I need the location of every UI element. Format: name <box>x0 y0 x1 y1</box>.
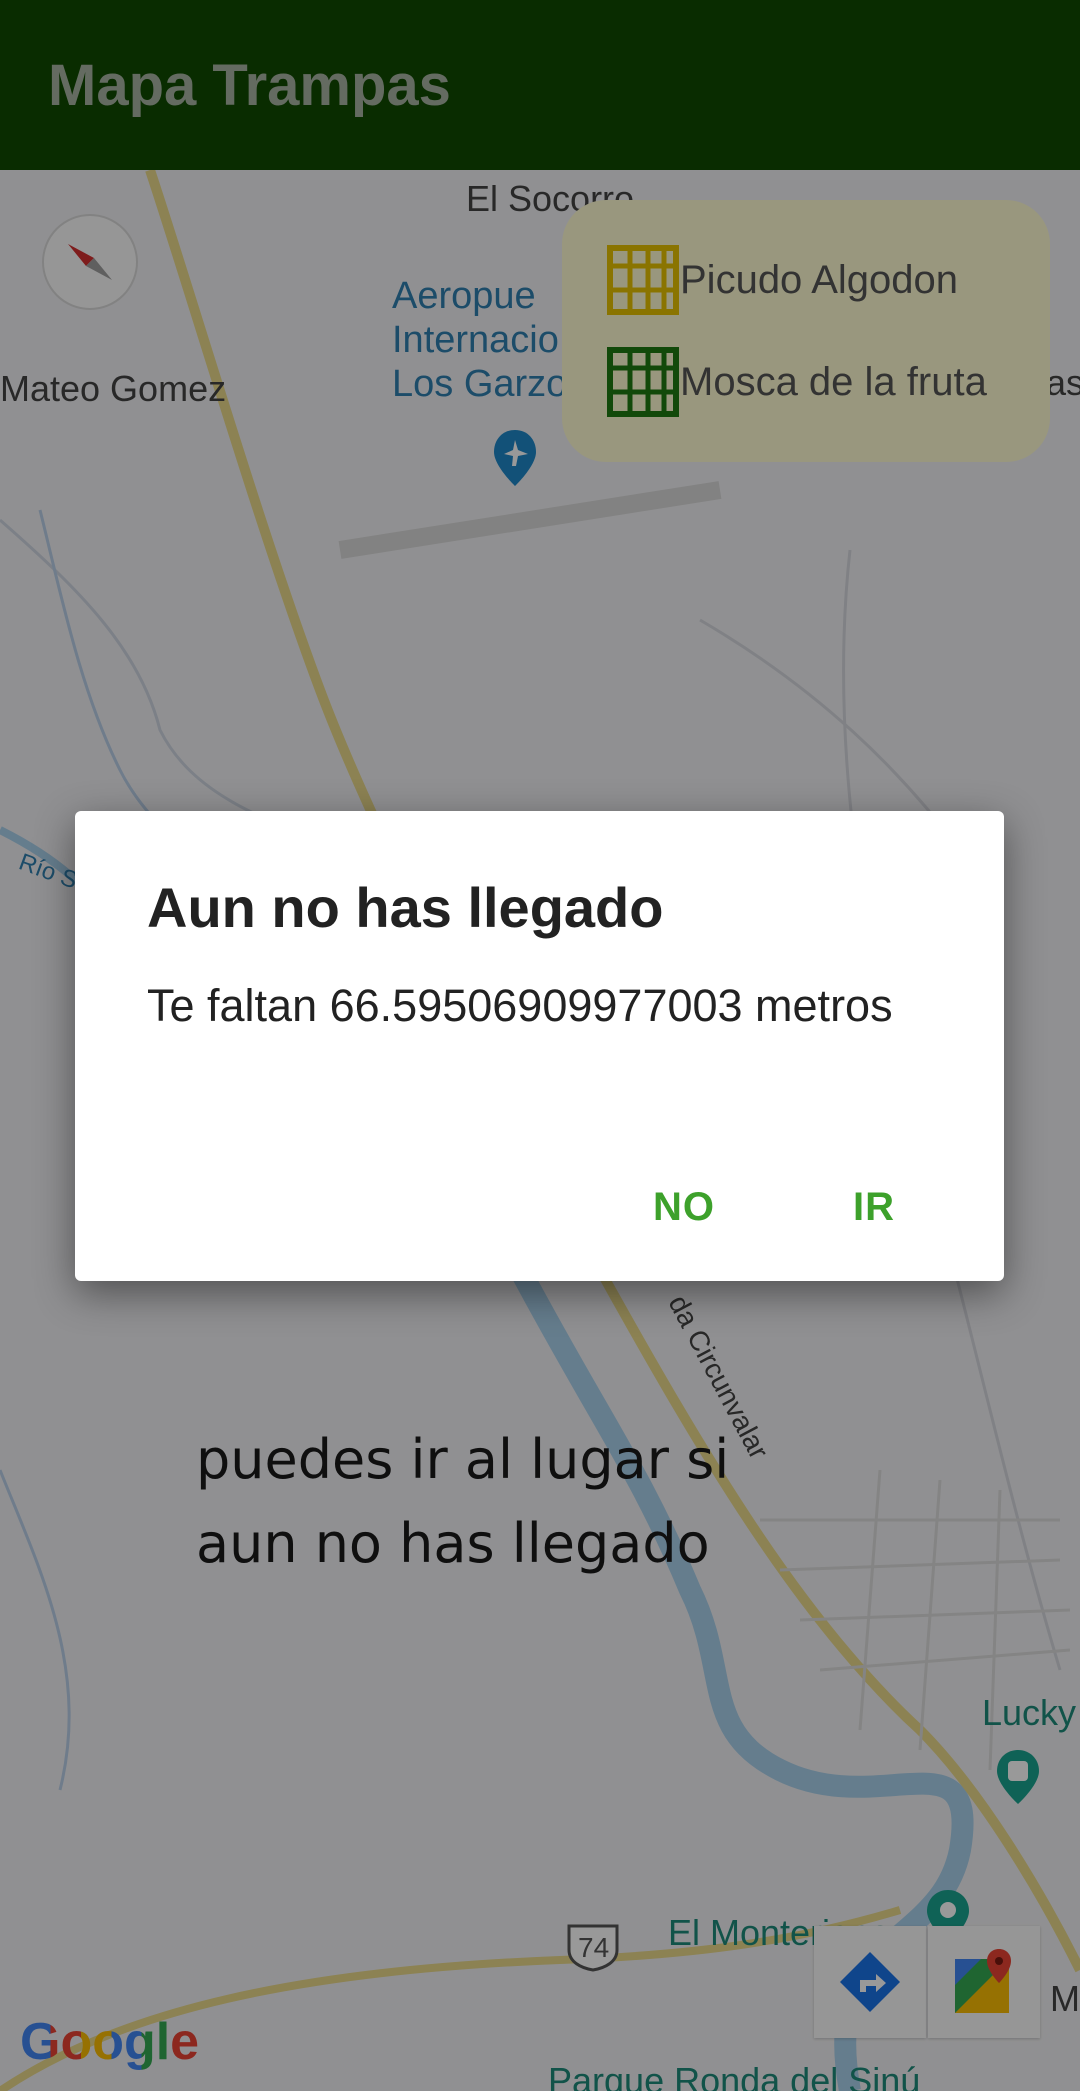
dialog-title: Aun no has llegado <box>147 876 664 939</box>
ir-button[interactable]: IR <box>839 1175 909 1240</box>
no-button[interactable]: NO <box>639 1175 729 1240</box>
dialog-message: Te faltan 66.59506909977003 metros <box>147 980 893 1031</box>
alert-dialog: Aun no has llegado Te faltan 66.59506909… <box>75 811 1004 1281</box>
